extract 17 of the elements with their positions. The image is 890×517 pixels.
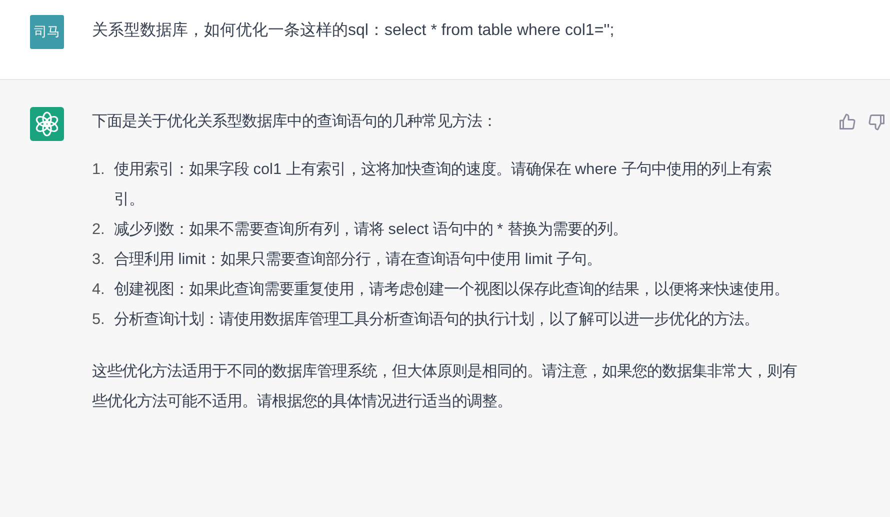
swirl-logo-icon	[30, 107, 64, 141]
answer-intro: 下面是关于优化关系型数据库中的查询语句的几种常见方法：	[92, 112, 498, 132]
list-item-text: 合理利用 limit：如果只需要查询部分行，请在查询语句中使用 limit 子句。	[114, 250, 603, 270]
thumbs-down-icon[interactable]	[868, 113, 886, 131]
list-item-text: 减少列数：如果不需要查询所有列，请将 select 语句中的 * 替换为需要的列。	[114, 220, 628, 240]
list-number: 2.	[92, 220, 106, 240]
list-number: 1.	[92, 160, 106, 180]
list-item-text: 使用索引：如果字段 col1 上有索引，这将加快查询的速度。请确保在 where 子句中使用的列上有索引。	[114, 160, 772, 210]
list-item-text: 分析查询计划：请使用数据库管理工具分析查询语句的执行计划，以了解可以进一步优化的方法。	[114, 310, 760, 330]
thumbs-up-icon[interactable]	[838, 113, 856, 131]
list-number: 4.	[92, 280, 106, 300]
list-number: 3.	[92, 250, 106, 270]
user-message: 关系型数据库，如何优化一条这样的sql：select * from table where col1='';	[92, 20, 614, 41]
list-item-text: 创建视图：如果此查询需要重复使用，请考虑创建一个视图以保存此查询的结果，以便将来快速使用。	[114, 280, 790, 300]
answer-summary: 这些优化方法适用于不同的数据库管理系统，但大体原则是相同的。请注意，如果您的数据集非常大，则有些优化方法可能不适用。请根据您的具体情况进行适当的调整。	[92, 362, 798, 412]
list-number: 5.	[92, 310, 106, 330]
user-avatar: 司马	[30, 15, 64, 49]
